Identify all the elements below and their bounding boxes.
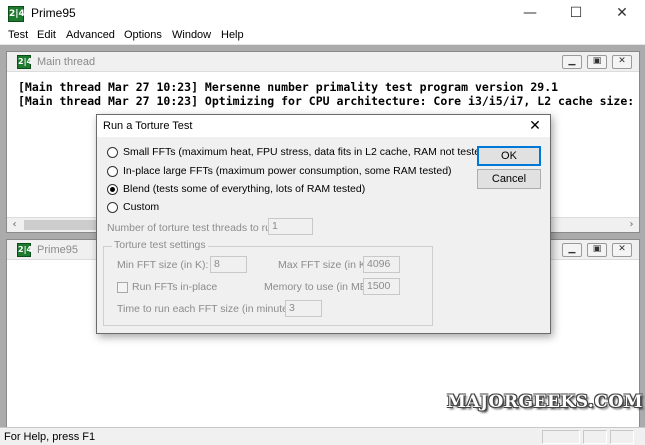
menu-advanced[interactable]: Advanced	[66, 29, 115, 41]
run-inplace-checkbox[interactable]	[117, 282, 128, 293]
main-thread-log: [Main thread Mar 27 10:23] Mersenne numb…	[18, 80, 639, 108]
radio-button[interactable]	[107, 202, 118, 213]
menu-edit[interactable]: Edit	[37, 29, 56, 41]
radio-label[interactable]: Blend (tests some of everything, lots of…	[123, 183, 365, 195]
time-per-fft-label: Time to run each FFT size (in minutes):	[117, 303, 300, 315]
app-title: Prime95	[31, 6, 76, 20]
cancel-button[interactable]: Cancel	[477, 169, 541, 189]
ok-button[interactable]: OK	[477, 146, 541, 166]
max-fft-input[interactable]: 4096	[363, 256, 400, 273]
threads-label: Number of torture test threads to run:	[107, 222, 280, 234]
max-fft-label: Max FFT size (in K):	[278, 259, 373, 271]
child-restore-button[interactable]: ▣	[587, 243, 607, 257]
radio-button[interactable]	[107, 166, 118, 177]
scroll-right-icon[interactable]: ›	[624, 218, 639, 233]
min-fft-label: Min FFT size (in K):	[117, 259, 209, 271]
log-line: [Main thread Mar 27 10:23] Optimizing fo…	[18, 94, 639, 108]
time-per-fft-input[interactable]: 3	[285, 300, 322, 317]
min-fft-input[interactable]: 8	[210, 256, 247, 273]
menu-bar: Test Edit Advanced Options Window Help	[0, 27, 645, 45]
memory-input[interactable]: 1500	[363, 278, 400, 295]
app-titlebar: 2|4 Prime95 — ☐ ✕	[0, 0, 645, 27]
log-line: [Main thread Mar 27 10:23] Mersenne numb…	[18, 80, 559, 94]
radio-button[interactable]	[107, 147, 118, 158]
status-bar: For Help, press F1	[0, 427, 645, 445]
dialog-titlebar: Run a Torture Test ✕	[97, 115, 550, 137]
main-thread-title: Main thread	[37, 56, 96, 68]
child-close-button[interactable]: ✕	[612, 55, 632, 69]
radio-label[interactable]: Custom	[123, 201, 159, 213]
status-panel	[610, 430, 634, 444]
status-text: For Help, press F1	[4, 431, 96, 443]
child-close-button[interactable]: ✕	[612, 243, 632, 257]
minimize-button[interactable]: —	[507, 0, 553, 27]
scroll-left-icon[interactable]: ‹	[7, 218, 22, 233]
settings-group-title: Torture test settings	[112, 239, 208, 251]
radio-label[interactable]: Small FFTs (maximum heat, FPU stress, da…	[123, 146, 518, 158]
menu-window[interactable]: Window	[172, 29, 211, 41]
radio-label[interactable]: In-place large FFTs (maximum power consu…	[123, 165, 452, 177]
prime95-window-icon: 2|4	[17, 55, 32, 69]
torture-test-dialog: Run a Torture Test ✕ Small FFTs (maximum…	[96, 114, 551, 334]
menu-options[interactable]: Options	[124, 29, 162, 41]
main-thread-titlebar: 2|4 Main thread ▁ ▣ ✕	[7, 52, 639, 72]
prime95-app-icon: 2|4	[8, 6, 25, 22]
status-panel	[583, 430, 607, 444]
prime95-window-icon: 2|4	[17, 243, 32, 257]
dialog-close-icon[interactable]: ✕	[520, 115, 550, 137]
child-restore-button[interactable]: ▣	[587, 55, 607, 69]
menu-test[interactable]: Test	[8, 29, 28, 41]
worker-window-title: Prime95	[37, 244, 78, 256]
status-panel	[542, 430, 580, 444]
child-minimize-button[interactable]: ▁	[562, 55, 582, 69]
close-button[interactable]: ✕	[599, 0, 645, 27]
menu-help[interactable]: Help	[221, 29, 244, 41]
maximize-button[interactable]: ☐	[553, 0, 599, 27]
dialog-title: Run a Torture Test	[103, 120, 193, 132]
radio-button-checked[interactable]	[107, 184, 118, 195]
threads-input[interactable]: 1	[268, 218, 313, 235]
torture-settings-group: Torture test settings Min FFT size (in K…	[103, 239, 433, 326]
majorgeeks-watermark: MAJORGEEKS.COM	[447, 392, 643, 412]
run-inplace-label[interactable]: Run FFTs in-place	[132, 281, 217, 293]
child-minimize-button[interactable]: ▁	[562, 243, 582, 257]
memory-label: Memory to use (in MB):	[264, 281, 374, 293]
